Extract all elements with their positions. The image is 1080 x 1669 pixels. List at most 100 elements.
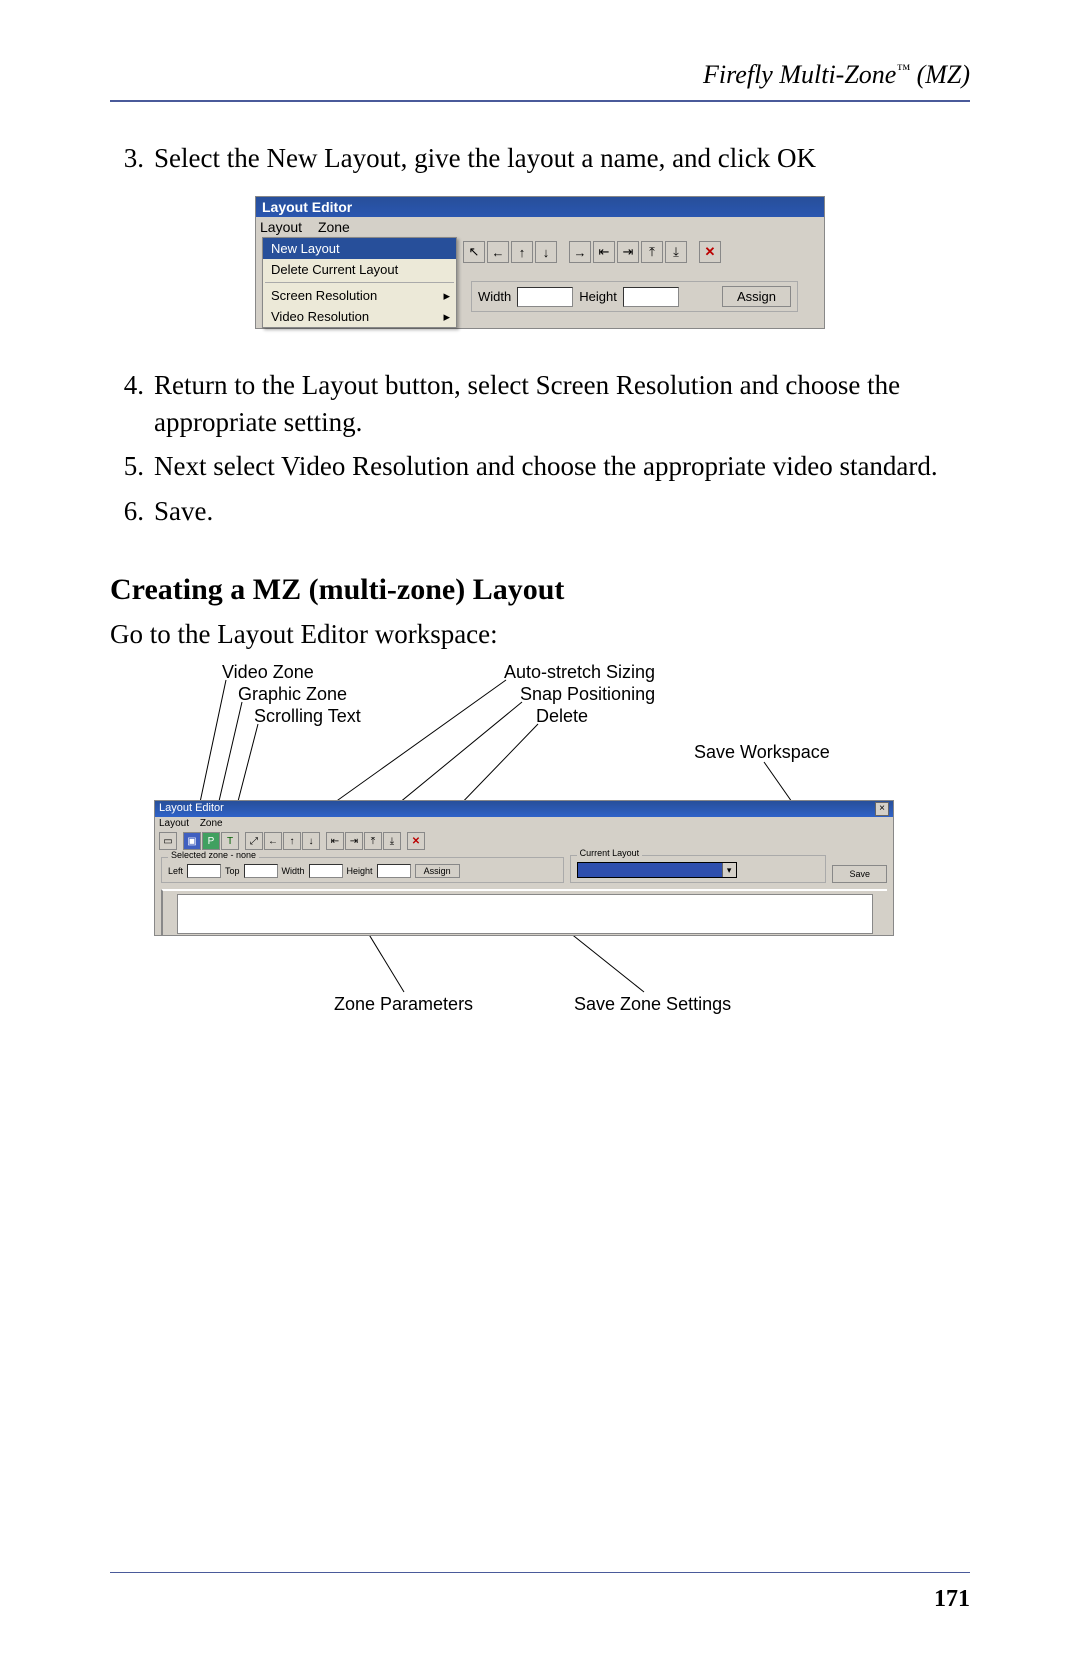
submenu-arrow-icon: ▸ <box>443 288 450 304</box>
arrow-left-icon[interactable]: ← <box>264 832 282 850</box>
step-number: 4. <box>110 367 154 440</box>
save-button[interactable]: Save <box>832 865 887 883</box>
ann-auto-stretch: Auto-stretch Sizing <box>504 662 655 683</box>
snap-up-icon[interactable]: ⤒ <box>364 832 382 850</box>
width-input[interactable] <box>517 287 573 307</box>
arrow-down-icon[interactable]: ↓ <box>535 241 557 263</box>
annotated-workspace-diagram: Video Zone Graphic Zone Scrolling Text A… <box>154 662 894 1032</box>
sizing-panel: Width Height Assign <box>471 281 798 312</box>
toolbar-spacer <box>689 241 697 263</box>
width-input[interactable] <box>309 864 343 878</box>
arrow-up-icon[interactable]: ↑ <box>283 832 301 850</box>
layout-canvas[interactable] <box>177 894 872 934</box>
assign-button[interactable]: Assign <box>722 286 791 307</box>
toolbar-area: ↖ ← ↑ ↓ → ⇤ ⇥ ⤒ ⤓ ✕ Width <box>457 237 824 328</box>
menu-item-delete-layout[interactable]: Delete Current Layout <box>263 259 456 280</box>
step-text: Save. <box>154 493 970 529</box>
arrow-right-icon[interactable]: → <box>569 241 591 263</box>
delete-icon[interactable]: ✕ <box>699 241 721 263</box>
width-label: Width <box>478 289 511 304</box>
new-icon[interactable]: ▭ <box>159 832 177 850</box>
step-6: 6. Save. <box>110 493 970 529</box>
menu-layout[interactable]: Layout <box>260 219 302 235</box>
ann-graphic-zone: Graphic Zone <box>238 684 347 705</box>
width-label: Width <box>282 866 305 876</box>
snap-right-icon[interactable]: ⇥ <box>345 832 363 850</box>
toolbar: ▭ ▣ P T ⤢ ← ↑ ↓ ⇤ ⇥ ⤒ ⤓ ✕ <box>155 830 893 852</box>
left-label: Left <box>168 866 183 876</box>
layout-editor-workspace: Layout Editor × Layout Zone ▭ ▣ P T ⤢ ← … <box>154 800 894 936</box>
height-input[interactable] <box>623 287 679 307</box>
header-title-post: (MZ) <box>910 60 970 89</box>
header-rule <box>110 100 970 102</box>
stretch-icon[interactable]: ⤢ <box>245 832 263 850</box>
step-list-cont: 4. Return to the Layout button, select S… <box>110 367 970 529</box>
menu-item-screen-resolution[interactable]: Screen Resolution ▸ <box>263 285 456 306</box>
step-list: 3. Select the New Layout, give the layou… <box>110 140 970 176</box>
step-text: Select the New Layout, give the layout a… <box>154 140 970 176</box>
ann-snap: Snap Positioning <box>520 684 655 705</box>
snap-down-icon[interactable]: ⤓ <box>665 241 687 263</box>
selected-zone-legend: Selected zone - none <box>168 850 259 860</box>
cursor-icon[interactable]: ↖ <box>463 241 485 263</box>
step-3: 3. Select the New Layout, give the layou… <box>110 140 970 176</box>
running-header: Firefly Multi-Zone™ (MZ) <box>110 60 970 90</box>
step-number: 5. <box>110 448 154 484</box>
params-row: Selected zone - none Left Top Width Heig… <box>155 852 893 889</box>
arrow-down-icon[interactable]: ↓ <box>302 832 320 850</box>
top-label: Top <box>225 866 240 876</box>
menu-layout[interactable]: Layout <box>159 818 189 829</box>
screenshot-layout-editor-menu: Layout Editor Layout Zone New Layout Del… <box>110 196 970 329</box>
footer-rule <box>110 1572 970 1573</box>
top-input[interactable] <box>244 864 278 878</box>
layout-combo[interactable]: ▾ <box>577 862 737 878</box>
header-title-pre: Firefly Multi-Zone <box>703 60 896 89</box>
menu-item-new-layout[interactable]: New Layout <box>263 238 456 259</box>
menu-item-label: Screen Resolution <box>271 288 377 303</box>
toolbar-spacer <box>559 241 567 263</box>
arrow-up-icon[interactable]: ↑ <box>511 241 533 263</box>
assign-button[interactable]: Assign <box>415 864 460 878</box>
close-icon[interactable]: × <box>875 802 889 816</box>
toolbar: ↖ ← ↑ ↓ → ⇤ ⇥ ⤒ ⤓ ✕ <box>463 241 818 263</box>
page-number: 171 <box>934 1586 970 1613</box>
height-label: Height <box>579 289 617 304</box>
ann-zone-params: Zone Parameters <box>334 994 473 1015</box>
step-text: Next select Video Resolution and choose … <box>154 448 970 484</box>
ann-save-workspace: Save Workspace <box>694 742 830 763</box>
header-tm: ™ <box>896 62 910 77</box>
selected-zone-fieldset: Selected zone - none Left Top Width Heig… <box>161 857 564 883</box>
section-intro: Go to the Layout Editor workspace: <box>110 619 970 650</box>
current-layout-fieldset: Current Layout ▾ <box>570 855 827 883</box>
menu-item-label: Video Resolution <box>271 309 369 324</box>
graphic-zone-icon[interactable]: P <box>202 832 220 850</box>
step-text: Return to the Layout button, select Scre… <box>154 367 970 440</box>
height-input[interactable] <box>377 864 411 878</box>
ann-save-zone: Save Zone Settings <box>574 994 731 1015</box>
canvas-area <box>161 889 887 935</box>
layout-editor-window: Layout Editor Layout Zone New Layout Del… <box>255 196 825 329</box>
snap-up-icon[interactable]: ⤒ <box>641 241 663 263</box>
chevron-down-icon: ▾ <box>722 863 736 877</box>
left-input[interactable] <box>187 864 221 878</box>
menu-bar: Layout Zone <box>155 817 893 830</box>
menu-item-video-resolution[interactable]: Video Resolution ▸ <box>263 306 456 327</box>
menu-zone[interactable]: Zone <box>200 818 223 829</box>
snap-down-icon[interactable]: ⤓ <box>383 832 401 850</box>
snap-left-icon[interactable]: ⇤ <box>326 832 344 850</box>
arrow-left-icon[interactable]: ← <box>487 241 509 263</box>
layout-dropdown: New Layout Delete Current Layout Screen … <box>262 237 457 328</box>
snap-left-icon[interactable]: ⇤ <box>593 241 615 263</box>
menu-zone[interactable]: Zone <box>318 219 350 235</box>
section-heading: Creating a MZ (multi-zone) Layout <box>110 573 970 607</box>
step-5: 5. Next select Video Resolution and choo… <box>110 448 970 484</box>
delete-icon[interactable]: ✕ <box>407 832 425 850</box>
ann-video-zone: Video Zone <box>222 662 314 683</box>
step-number: 6. <box>110 493 154 529</box>
video-zone-icon[interactable]: ▣ <box>183 832 201 850</box>
current-layout-legend: Current Layout <box>577 848 643 858</box>
snap-right-icon[interactable]: ⇥ <box>617 241 639 263</box>
step-number: 3. <box>110 140 154 176</box>
window-titlebar: Layout Editor <box>256 197 824 217</box>
scrolling-text-icon[interactable]: T <box>221 832 239 850</box>
